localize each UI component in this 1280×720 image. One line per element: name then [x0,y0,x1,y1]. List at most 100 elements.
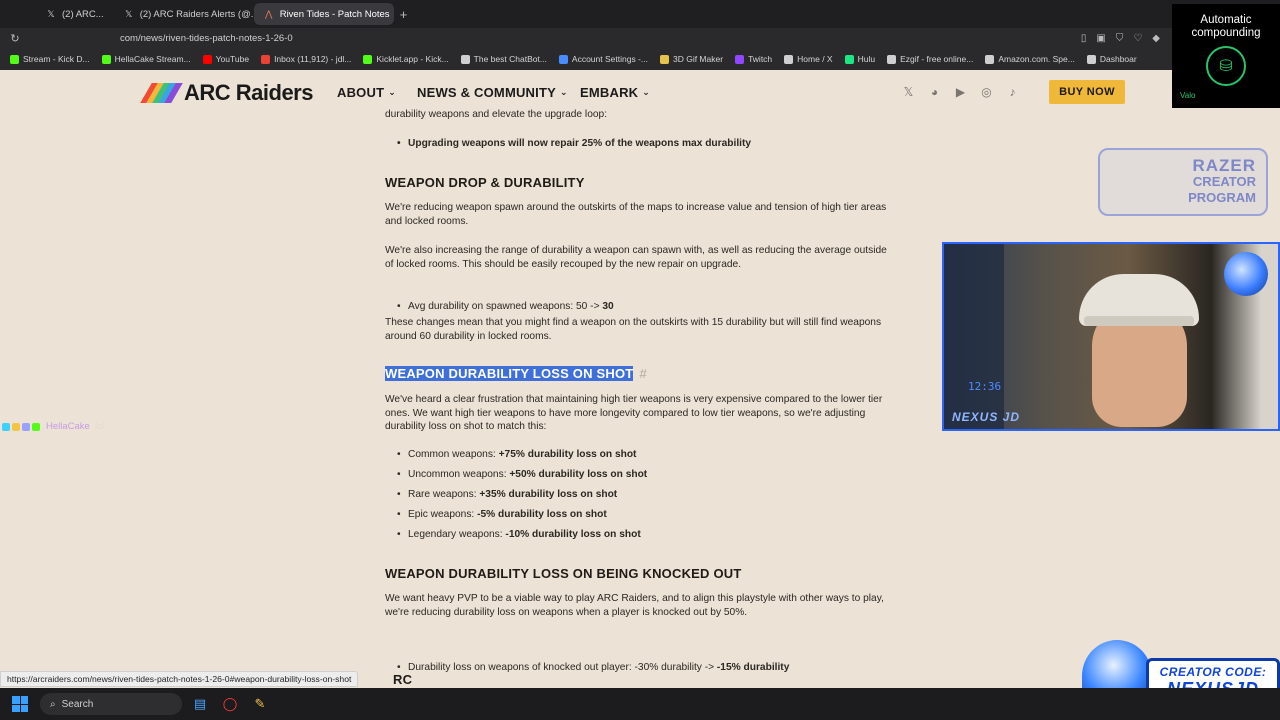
bookmark-label: Amazon.com. Spe... [998,54,1075,64]
list-item-text: Durability loss on weapons of knocked ou… [408,662,717,673]
bookmark-item[interactable]: Hulu [844,54,875,64]
list-item: Common weapons: +75% durability loss on … [385,448,890,468]
bookmark-item[interactable]: YouTube [202,54,250,64]
bookmark-item[interactable]: 3D Gif Maker [659,54,724,64]
browser-url-bar: ↻ com/news/riven-tides-patch-notes-1-26-… [0,28,1280,48]
list-item-bold: +50% durability loss on shot [509,469,648,480]
shield-icon[interactable]: ⛉ [1116,33,1124,44]
streamer-cap-bill [1084,316,1194,326]
tiktok-icon[interactable]: ♪ [1004,83,1021,100]
nav-about[interactable]: ABOUT ⌄ [337,85,396,100]
bookmark-label: HellaCake Stream... [114,54,191,64]
bookmark-item[interactable]: Dashboar [1086,54,1137,64]
section-heading-selected[interactable]: WEAPON DURABILITY LOSS ON SHOT # [385,366,890,381]
bookmark-label: Ezgif - free online... [900,54,974,64]
badge-icon [12,422,20,431]
list-item-bold: +35% durability loss on shot [479,489,618,500]
discord-icon[interactable]: ◕ [926,83,943,100]
tabs-icon[interactable]: ▣ [1096,33,1105,44]
webcam-overlay: 12:36 [942,242,1280,431]
file-explorer-icon[interactable]: ▤ [188,692,212,716]
arc-icon: ⋀ [265,9,273,19]
list-item: Legendary weapons: -10% durability loss … [385,528,890,548]
nav-news-community[interactable]: NEWS & COMMUNITY ⌄ [417,85,568,100]
webcam-left-shelf [944,244,1004,429]
sidebar-icon[interactable]: ▯ [1081,33,1087,44]
list-item-text: Legendary weapons: [408,529,506,540]
bookmark-favicon-icon [887,54,897,64]
x-icon[interactable]: 𝕏 [900,83,917,100]
bookmark-favicon-icon [261,54,271,64]
bookmark-label: YouTube [215,54,250,64]
bookmark-item[interactable]: Inbox (11,912) - jdl... [261,54,351,64]
razer-creator-overlay: RAZER CREATOR PROGRAM [1098,148,1268,216]
arc-raiders-logo[interactable]: ARC Raiders [140,80,313,106]
paragraph: durability weapons and elevate the upgra… [385,109,608,120]
durability-list: Common weapons: +75% durability loss on … [385,448,890,548]
browser-tab-active[interactable]: ⋀ Riven Tides - Patch Notes [253,3,394,25]
patch-notes-article: durability weapons and elevate the upgra… [385,104,890,686]
paragraph: We're also increasing the range of durab… [385,245,887,270]
bookmark-item[interactable]: Kicklet.app - Kick... [363,54,449,64]
compounding-overlay: Automatic compounding ⛁ Valo [1172,4,1280,108]
browser-tab[interactable]: 𝕏 (2) ARC Raiders Alerts (@... [114,3,254,25]
bookmark-item[interactable]: Home / X [784,54,833,64]
bookmark-item[interactable]: Ezgif - free online... [887,54,973,64]
chevron-down-icon: ⌄ [559,87,568,97]
paragraph: These changes mean that you might find a… [385,317,882,342]
windows-start-icon[interactable] [12,696,28,712]
list-item: Epic weapons: -5% durability loss on sho… [385,508,890,528]
razer-line: CREATOR [1192,174,1256,189]
address-input[interactable]: com/news/riven-tides-patch-notes-1-26-0 [120,33,293,44]
heart-icon[interactable]: ♡ [1133,33,1142,44]
list-item-text: Uncommon weapons: [408,469,510,480]
list-item-text: Avg durability on spawned weapons: 50 -> [408,300,603,312]
x-icon: 𝕏 [47,9,55,19]
bookmark-label: Dashboar [1099,54,1137,64]
bookmarks-bar: Stream - Kick D... HellaCake Stream... You… [0,48,1280,70]
pen-app-icon[interactable]: ✎ [248,692,272,716]
chevron-down-icon: ⌄ [388,87,396,97]
bookmark-item[interactable]: Twitch [735,54,772,64]
bookmark-item[interactable]: Account Settings -... [558,54,648,64]
social-links: 𝕏 ◕ ▶ ◎ ♪ [900,83,1021,100]
bookmark-favicon-icon [363,54,373,64]
tab-label: Riven Tides - Patch Notes [279,8,390,20]
bookmark-item[interactable]: HellaCake Stream... [101,54,191,64]
tab-label: (2) ARC... [62,8,104,20]
razer-text: RAZER CREATOR PROGRAM [1188,157,1256,206]
opera-browser-icon[interactable]: ◯ [218,692,242,716]
bookmark-item[interactable]: Amazon.com. Spe... [985,54,1075,64]
list-item-bold: 30 [602,300,614,312]
list-item-bold: -10% durability loss on shot [505,529,641,540]
bookmark-favicon-icon [1086,54,1096,64]
buy-now-button[interactable]: BUY NOW [1049,80,1125,104]
reload-icon[interactable]: ↻ [0,32,30,45]
bookmark-item[interactable]: Stream - Kick D... [10,54,90,64]
bookmark-item[interactable]: The best ChatBot... [460,54,547,64]
section-heading-partial: RC [393,672,413,687]
taskbar-search[interactable]: ⌕ Search [40,693,182,715]
section-heading: WEAPON DROP & DURABILITY [385,175,585,190]
new-tab-icon[interactable]: + [394,7,414,22]
list-item-bold: +75% durability loss on shot [498,449,637,460]
browser-tab[interactable]: 𝕏 (2) ARC... [36,3,114,25]
badge-icon [2,422,10,431]
paragraph: We've heard a clear frustration that mai… [385,394,883,432]
youtube-icon[interactable]: ▶ [952,83,969,100]
list-item-text: Rare weapons: [408,489,480,500]
anchor-link[interactable]: # [639,366,646,381]
bookmark-favicon-icon [985,54,995,64]
bookmark-favicon-icon [784,54,794,64]
coin-stack-icon: ⛁ [1206,46,1246,86]
list-item-bold: -15% durability [716,662,790,673]
tab-label: (2) ARC Raiders Alerts (@... [139,8,254,20]
bookmark-favicon-icon [101,54,111,64]
bookmark-favicon-icon [460,54,470,64]
extension-icon[interactable]: ◆ [1152,33,1160,44]
nav-embark[interactable]: EMBARK ⌄ [580,85,650,100]
wolf-logo-icon [1224,252,1268,296]
instagram-icon[interactable]: ◎ [978,83,995,100]
creator-code-label: CREATOR CODE: [1159,665,1267,679]
bookmark-label: 3D Gif Maker [672,54,724,64]
